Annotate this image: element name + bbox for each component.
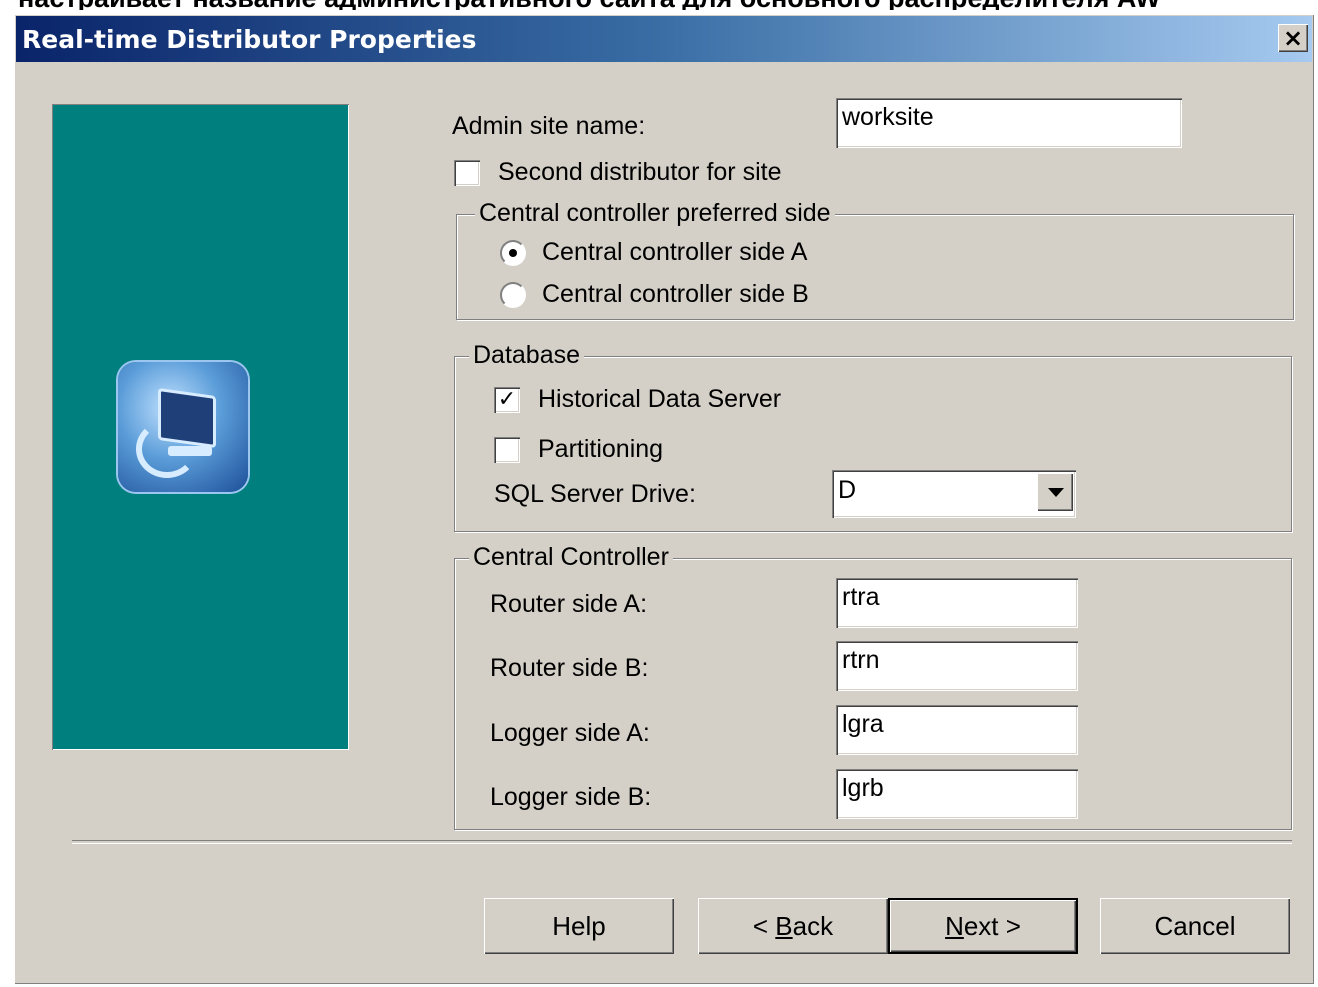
router-b-input[interactable]: rtrn [836,641,1078,691]
historical-data-label: Historical Data Server [538,385,782,413]
admin-site-label: Admin site name: [452,112,646,140]
database-title: Database [469,341,585,370]
back-accel: B [775,911,793,941]
close-icon: × [1282,24,1304,52]
computer-icon [118,362,248,492]
cancel-button[interactable]: Cancel [1100,898,1290,954]
preferred-side-title: Central controller preferred side [475,199,835,228]
side-a-radio[interactable] [500,240,526,266]
central-controller-title: Central Controller [469,543,673,572]
side-b-label: Central controller side B [542,280,809,308]
logger-a-label: Logger side A: [490,719,650,747]
side-b-radio[interactable] [500,282,526,308]
next-button[interactable]: Next > [888,898,1078,954]
partitioning-label: Partitioning [538,435,664,463]
help-button[interactable]: Help [484,898,674,954]
close-button[interactable]: × [1278,24,1308,52]
historical-data-checkbox[interactable]: ✓ [494,387,520,413]
back-prefix: < [752,911,776,941]
page-caption: настраивает название административного с… [18,0,1308,10]
logger-a-input[interactable]: lgra [836,705,1078,755]
back-rest: ack [792,911,834,941]
cancel-label: Cancel [1154,911,1236,941]
next-accel: N [945,911,964,941]
separator [72,840,1292,844]
dropdown-button[interactable] [1037,473,1073,511]
admin-site-input[interactable]: worksite [836,98,1182,148]
help-label: Help [552,911,606,941]
window-title: Real-time Distributor Properties [22,25,477,54]
back-button[interactable]: < Back [698,898,888,954]
router-a-label: Router side A: [490,590,648,618]
next-rest: ext > [963,911,1021,941]
second-distributor-checkbox[interactable] [454,160,480,186]
chevron-down-icon [1048,488,1064,497]
partitioning-checkbox[interactable] [494,437,520,463]
sql-drive-label: SQL Server Drive: [494,480,696,508]
properties-dialog: Real-time Distributor Properties × Admin… [14,14,1314,984]
sql-drive-value: D [838,476,857,504]
router-b-label: Router side B: [490,654,649,682]
logger-b-input[interactable]: lgrb [836,769,1078,819]
sql-drive-select[interactable]: D [832,470,1076,518]
router-a-input[interactable]: rtra [836,578,1078,628]
title-bar[interactable]: Real-time Distributor Properties × [16,16,1312,62]
side-a-label: Central controller side A [542,238,808,266]
second-distributor-label: Second distributor for site [498,158,782,186]
wizard-side-panel [52,104,349,750]
logger-b-label: Logger side B: [490,783,652,811]
